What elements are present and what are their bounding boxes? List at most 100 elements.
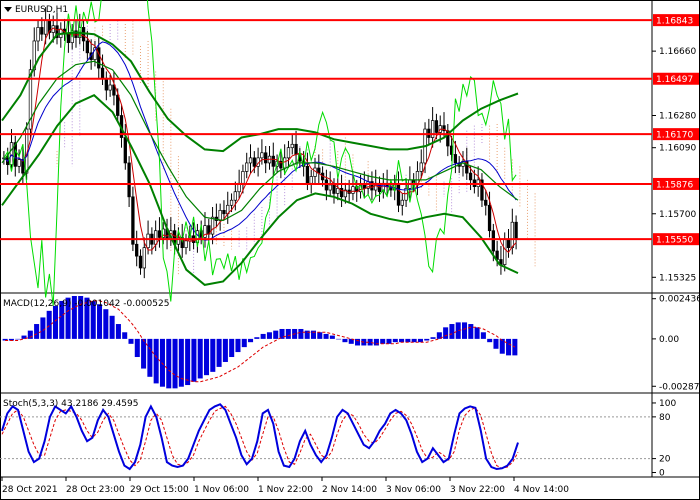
macd-bar <box>115 324 121 339</box>
candle-body <box>248 157 253 164</box>
macd-bar <box>15 338 21 340</box>
time-tick-label: 28 Oct 23:00 <box>66 485 125 495</box>
macd-bar <box>506 338 512 356</box>
price-level-label: 1.15876 <box>656 180 693 190</box>
macd-bar <box>336 338 342 340</box>
macd-bar <box>468 324 474 339</box>
time-tick-label: 3 Nov 22:00 <box>450 485 505 495</box>
candle-body <box>36 27 40 42</box>
macd-bar <box>128 338 134 344</box>
macd-bar <box>97 304 103 339</box>
macd-bar <box>235 338 241 353</box>
candle-body <box>210 216 215 235</box>
macd-bar <box>430 337 436 339</box>
candle-body <box>503 238 507 265</box>
stoch-tick-label: 100 <box>659 399 676 409</box>
macd-bar <box>405 338 411 343</box>
candle-body <box>43 20 48 35</box>
stoch-tick-label: 80 <box>659 413 671 423</box>
macd-bar <box>178 338 184 387</box>
candle-body <box>309 176 313 184</box>
macd-bar <box>40 317 46 339</box>
candle-body <box>85 40 90 54</box>
price-tick-label: 1.15325 <box>659 273 696 283</box>
price-tick-label: 1.16280 <box>659 112 696 122</box>
macd-bar <box>210 338 216 372</box>
macd-bar <box>222 338 228 362</box>
candle-body <box>332 184 336 194</box>
macd-bar <box>241 338 247 348</box>
candle-body <box>157 230 162 238</box>
price-tick-label: 1.16090 <box>659 144 696 154</box>
macd-bar <box>248 338 254 343</box>
stoch-tick-label: 0 <box>659 469 665 479</box>
candle-body <box>108 84 112 91</box>
macd-bar <box>399 338 405 343</box>
candle-body <box>100 67 105 79</box>
time-tick-label: 1 Nov 22:00 <box>258 485 313 495</box>
macd-bar <box>166 338 172 389</box>
macd-bar <box>323 333 329 339</box>
macd-bar <box>474 327 480 339</box>
macd-bar <box>329 335 335 339</box>
macd-bar <box>373 338 379 346</box>
candle-body <box>138 255 143 269</box>
candle-body <box>468 172 473 181</box>
macd-bar <box>254 337 260 339</box>
macd-bar <box>185 338 191 386</box>
candle-body <box>351 186 355 194</box>
macd-bar <box>266 332 272 339</box>
macd-bar <box>285 328 291 339</box>
candle-body <box>241 171 245 184</box>
candle-body <box>127 162 131 198</box>
time-tick-label: 3 Nov 06:00 <box>386 485 441 495</box>
candle-body <box>222 210 226 215</box>
macd-bar <box>229 338 235 358</box>
candle-body <box>324 179 329 191</box>
candle-body <box>123 137 127 164</box>
candle-body <box>142 247 146 269</box>
price-level-label: 1.16497 <box>656 75 693 85</box>
macd-bar <box>411 338 417 343</box>
candle-body <box>229 199 234 206</box>
time-tick-label: 4 Nov 14:00 <box>514 485 569 495</box>
time-tick-label: 28 Oct 2021 <box>2 485 58 495</box>
candle-body <box>453 154 458 164</box>
macd-bar <box>493 338 499 349</box>
macd-bar <box>342 338 348 343</box>
macd-tick-label: 0.002436 <box>659 295 700 305</box>
macd-bar <box>380 338 386 344</box>
candle-body <box>40 27 44 35</box>
macd-title: MACD(12,26,9) -0.001042 -0.000525 <box>3 299 169 309</box>
macd-bar <box>109 315 115 339</box>
candle-body <box>131 196 135 245</box>
time-tick-label: 29 Oct 15:00 <box>130 485 189 495</box>
candle-body <box>264 152 268 164</box>
macd-bar <box>449 324 455 339</box>
macd-bar <box>487 338 493 343</box>
candle-body <box>104 77 108 91</box>
stoch-tick-label: 20 <box>659 455 671 465</box>
macd-bar <box>461 322 468 339</box>
candle-body <box>484 199 488 206</box>
candle-body <box>313 167 317 177</box>
candle-body <box>271 155 275 167</box>
macd-bar <box>480 332 486 339</box>
candle-body <box>135 243 139 257</box>
time-tick-label: 2 Nov 14:00 <box>322 485 377 495</box>
candle-body <box>17 159 21 167</box>
macd-bar <box>197 338 203 379</box>
price-tick-label: 1.16660 <box>659 47 696 57</box>
time-tick-label: 1 Nov 06:00 <box>194 485 249 495</box>
macd-bar <box>424 338 430 341</box>
candle-body <box>396 184 401 206</box>
macd-bar <box>147 338 153 377</box>
candle-body <box>66 33 71 44</box>
candle-body <box>9 142 14 165</box>
price-tick-label: 1.15700 <box>659 210 696 220</box>
candle-body <box>434 120 439 133</box>
macd-tick-label: 0.00 <box>659 335 679 345</box>
macd-bar <box>122 332 128 339</box>
macd-bar <box>298 328 304 339</box>
candle-body <box>305 165 310 184</box>
